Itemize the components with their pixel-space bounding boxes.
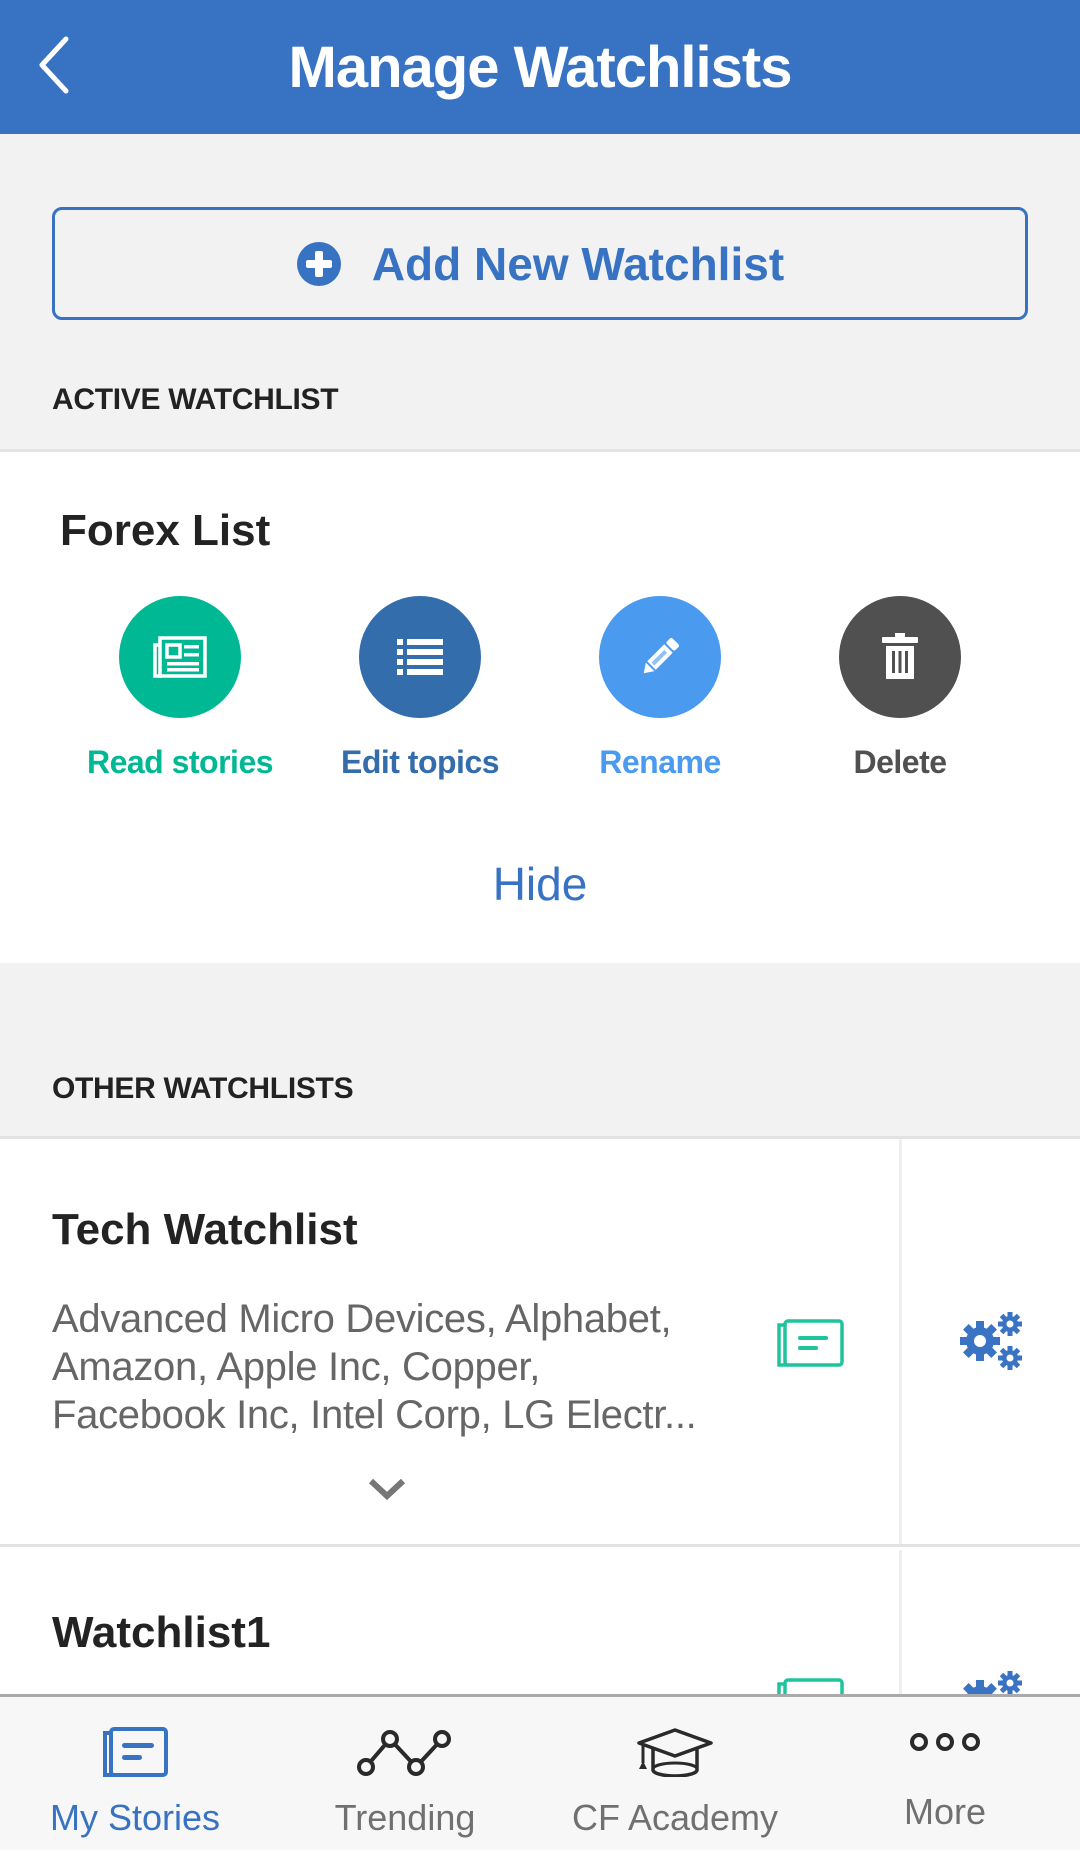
topics-line: Amazon, Apple Inc, Copper,	[52, 1345, 541, 1389]
list-icon	[397, 639, 443, 675]
stories-icon	[103, 1727, 168, 1777]
rename-circle	[599, 596, 721, 718]
rename-label: Rename	[599, 744, 721, 780]
gears-icon	[960, 1312, 1022, 1370]
watchlist-name: Tech Watchlist	[52, 1205, 358, 1254]
watchlist-actions: Read stories Edit topics Rename Delete	[60, 596, 1020, 781]
other-watchlists-heading: OTHER WATCHLISTS	[52, 1072, 354, 1105]
edit-topics-button[interactable]: Edit topics	[300, 596, 540, 781]
gears-icon	[963, 1671, 1022, 1696]
graduation-cap-icon	[637, 1728, 713, 1777]
newspaper-icon	[153, 636, 207, 678]
read-stories-label: Read stories	[86, 744, 274, 780]
read-stories-button[interactable]: Read stories	[60, 596, 300, 781]
page-title: Manage Watchlists	[288, 35, 793, 100]
trending-icon	[357, 1730, 451, 1776]
bottom-nav: My Stories Trending CF Academy More	[0, 1694, 1080, 1850]
edit-topics-circle	[359, 596, 481, 718]
stories-icon	[777, 1319, 844, 1367]
more-dots-icon	[910, 1733, 980, 1751]
active-watchlist-card: Forex List Read stories Edit topics Rena…	[0, 449, 1080, 963]
trash-icon	[882, 633, 918, 679]
read-stories-icon-button[interactable]	[776, 1319, 844, 1372]
active-watchlist-heading: ACTIVE WATCHLIST	[52, 383, 339, 416]
nav-trending[interactable]: Trending	[270, 1697, 540, 1850]
plus-circle-icon	[296, 241, 341, 286]
edit-topics-label: Edit topics	[340, 744, 500, 780]
hide-link[interactable]: Hide	[0, 857, 1080, 911]
expand-button[interactable]	[367, 1477, 407, 1506]
add-new-watchlist-label: Add New Watchlist	[371, 237, 785, 290]
nav-label: CF Academy	[571, 1797, 779, 1838]
pencil-icon	[643, 638, 679, 674]
list-item[interactable]: Tech Watchlist Advanced Micro Devices, A…	[0, 1139, 1080, 1547]
chevron-down-icon	[368, 1478, 406, 1501]
other-watchlists-list: Tech Watchlist Advanced Micro Devices, A…	[0, 1136, 1080, 1696]
delete-label: Delete	[853, 744, 947, 780]
nav-more[interactable]: More	[810, 1697, 1080, 1850]
app-bar: Manage Watchlists	[0, 0, 1080, 134]
watchlist-name: Watchlist1	[52, 1608, 271, 1657]
row-divider	[899, 1139, 902, 1544]
watchlist-topics: Advanced Micro Devices, Alphabet, Amazon…	[52, 1295, 732, 1439]
rename-button[interactable]: Rename	[540, 596, 780, 781]
nav-cf-academy[interactable]: CF Academy	[540, 1697, 810, 1850]
active-watchlist-name: Forex List	[60, 506, 271, 555]
delete-circle	[839, 596, 961, 718]
nav-my-stories[interactable]: My Stories	[0, 1697, 270, 1850]
row-divider	[899, 1550, 902, 1696]
nav-label: More	[903, 1791, 987, 1832]
topics-line: Facebook Inc, Intel Corp, LG Electr...	[52, 1393, 697, 1437]
topics-line: Advanced Micro Devices, Alphabet,	[52, 1297, 672, 1341]
watchlist-settings-button[interactable]	[958, 1311, 1024, 1376]
delete-button[interactable]: Delete	[780, 596, 1020, 781]
list-item[interactable]: Watchlist1	[0, 1550, 1080, 1696]
nav-label: Trending	[334, 1797, 476, 1838]
nav-label: My Stories	[49, 1797, 221, 1838]
watchlist-settings-button[interactable]	[958, 1670, 1024, 1696]
read-stories-circle	[119, 596, 241, 718]
add-new-watchlist-button[interactable]: Add New Watchlist	[52, 207, 1028, 320]
